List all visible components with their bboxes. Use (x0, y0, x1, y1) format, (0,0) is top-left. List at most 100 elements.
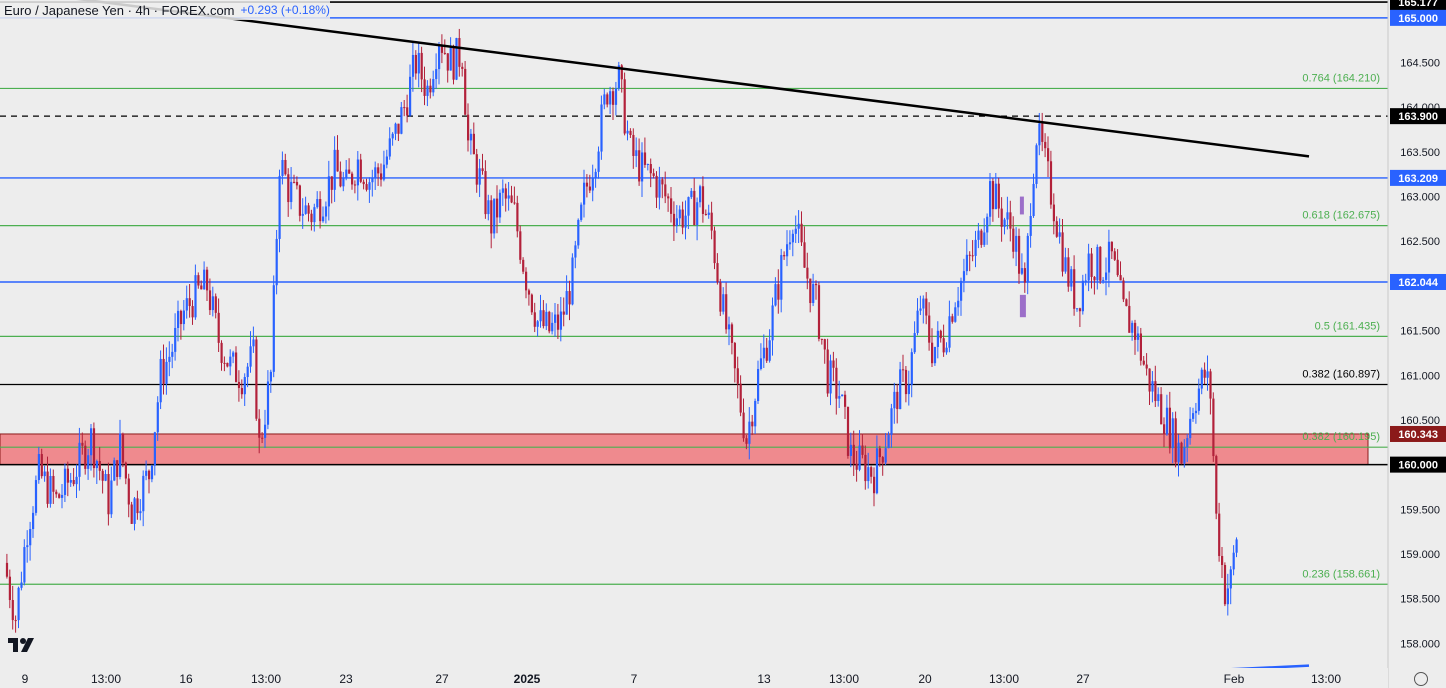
fib-label: 0.236 (158.661) (1302, 568, 1380, 580)
candle-body (1055, 221, 1058, 237)
candle-body (1163, 424, 1166, 435)
candle-body (873, 476, 876, 494)
candle-body (139, 511, 142, 514)
x-tick-label: 13:00 (829, 672, 859, 686)
candle-body (1081, 280, 1084, 312)
marker (1019, 196, 1024, 215)
candle-body (748, 421, 751, 444)
candle-body (951, 316, 954, 322)
candle-body (777, 284, 780, 300)
candle-body (1099, 246, 1102, 281)
candle-body (838, 396, 841, 399)
candle-body (394, 123, 397, 134)
candle-body (991, 181, 995, 210)
candle-body (725, 294, 728, 330)
candle-body (1003, 219, 1006, 227)
candle-body (185, 298, 188, 311)
x-tick-label: 9 (22, 672, 29, 686)
candle-body (774, 284, 777, 306)
candle-body (1165, 407, 1169, 435)
candle-body (565, 291, 568, 315)
candle-body (1206, 371, 1209, 378)
gear-icon[interactable] (1414, 672, 1428, 686)
candle-body (1020, 268, 1024, 274)
candle-body (214, 296, 217, 313)
candle-body (34, 480, 38, 513)
candle-body (1070, 269, 1073, 287)
candle-body (994, 183, 997, 210)
candle-body (232, 352, 235, 357)
candle-body (1049, 161, 1053, 205)
candle-body (469, 133, 473, 141)
candle-body (307, 205, 310, 214)
candle-body (1044, 141, 1047, 149)
candle-body (423, 79, 426, 96)
price-chart[interactable]: 0.764 (164.210) 0.618 (162.675) 0.5 (161.4… (0, 0, 1446, 688)
y-tick-label: 158.000 (1400, 638, 1440, 650)
candle-body (90, 428, 93, 456)
candle-body (1052, 204, 1055, 222)
candle-body (362, 181, 365, 185)
candle-body (849, 444, 852, 456)
candle-body (751, 421, 754, 427)
candle-body (1029, 216, 1032, 236)
candle-body (496, 198, 499, 218)
candle-body (539, 310, 542, 322)
candle-body (855, 463, 858, 470)
candle-body (1073, 269, 1076, 309)
candle-body (594, 171, 597, 178)
candle-body (501, 188, 504, 193)
candle-body (1174, 418, 1177, 463)
y-tick-label: 163.000 (1400, 192, 1440, 204)
candle-body (600, 104, 603, 152)
candle-body (1128, 305, 1131, 333)
candle-body (1229, 569, 1232, 589)
candle-body (1006, 212, 1009, 220)
candle-body (878, 448, 881, 458)
symbol-title[interactable]: Euro / Japanese Yen · 4h · FOREX.com (4, 3, 235, 18)
candle-body (206, 269, 209, 291)
candle-body (554, 314, 557, 323)
candle-body (374, 167, 377, 179)
candle-body (936, 330, 939, 347)
candle-body (1026, 235, 1029, 283)
candle-body (1226, 588, 1229, 605)
candle-body (1160, 394, 1163, 425)
candle-body (98, 461, 101, 471)
x-tick-label: 13:00 (989, 672, 1019, 686)
time-axis (0, 668, 1388, 688)
candle-body (1023, 268, 1026, 283)
candle-body (646, 163, 649, 165)
candle-body (690, 190, 693, 198)
candle-body (400, 107, 403, 134)
candle-body (699, 186, 702, 203)
candle-body (406, 107, 409, 116)
candle-body (229, 356, 232, 367)
candle-body (684, 215, 687, 228)
candle-body (188, 298, 191, 307)
candle-body (356, 159, 359, 186)
candle-body (922, 298, 925, 309)
candle-body (426, 85, 429, 96)
candle-body (191, 306, 194, 318)
candle-body (533, 312, 536, 327)
candle-body (5, 562, 9, 577)
candle-body (420, 52, 423, 80)
fib-label: 0.382 (160.195) (1302, 431, 1380, 443)
candle-body (719, 282, 722, 312)
candle-body (78, 442, 81, 477)
candle-body (278, 175, 281, 239)
candle-body (588, 186, 591, 191)
candle-body (136, 498, 139, 514)
candle-body (687, 197, 690, 216)
candle-body (284, 159, 287, 175)
candle-body (716, 263, 719, 283)
candle-body (1015, 235, 1018, 252)
candle-body (817, 285, 821, 339)
tradingview-logo[interactable] (6, 634, 38, 654)
candle-body (559, 311, 562, 330)
candle-body (1148, 368, 1151, 392)
candle-body (867, 467, 870, 482)
candle-body (1038, 123, 1041, 146)
candle-body (812, 283, 815, 304)
